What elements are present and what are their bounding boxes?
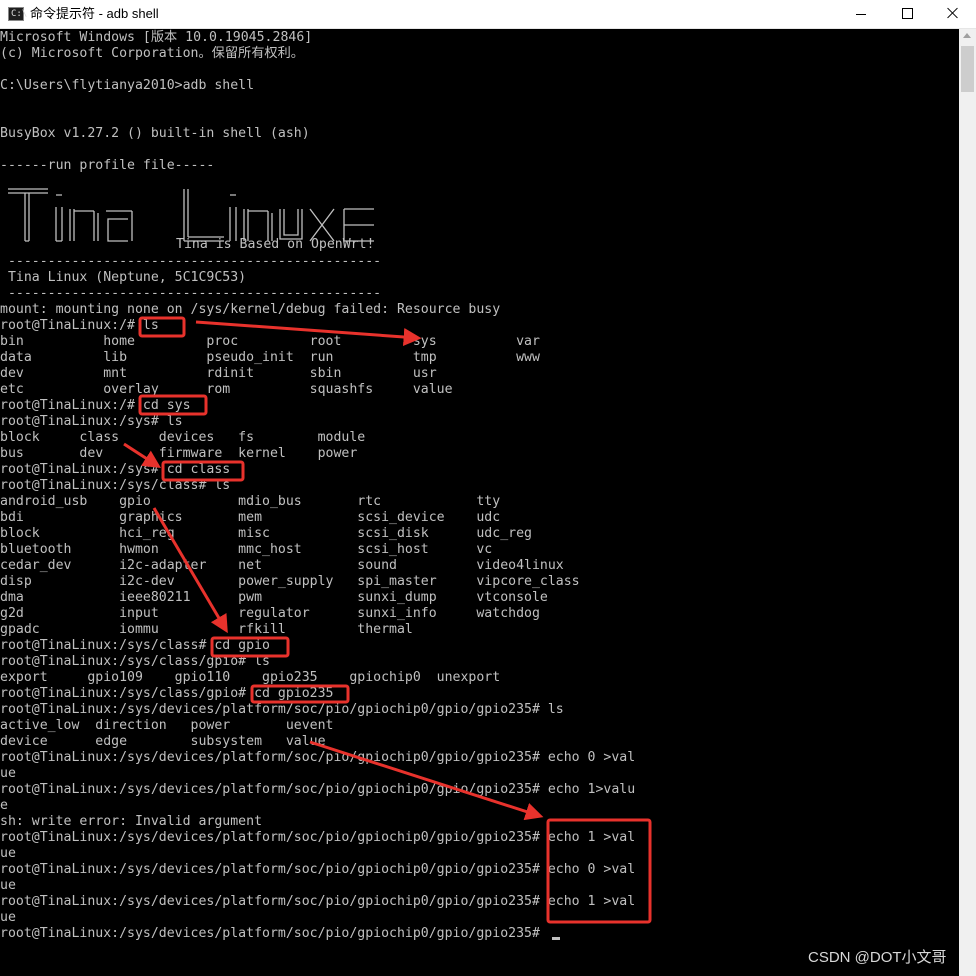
console-line: etc overlay rom squashfs value bbox=[0, 382, 453, 397]
console-line: root@TinaLinux:/sys/devices/platform/soc… bbox=[0, 782, 636, 797]
console-line: block hci_reg misc scsi_disk udc_reg bbox=[0, 526, 532, 541]
window-title: 命令提示符 - adb shell bbox=[30, 6, 159, 21]
console-line: root@TinaLinux:/sys# ls bbox=[0, 414, 183, 429]
minimize-button[interactable] bbox=[838, 0, 884, 28]
console-line: bin home proc root sys var bbox=[0, 334, 540, 349]
console-line: ue bbox=[0, 846, 16, 861]
console-line: BusyBox v1.27.2 () built-in shell (ash) bbox=[0, 126, 310, 141]
console-line: ue bbox=[0, 878, 16, 893]
console-line: data lib pseudo_init run tmp www bbox=[0, 350, 540, 365]
console-line: Tina Linux (Neptune, 5C1C9C53) bbox=[0, 270, 247, 285]
console-line: root@TinaLinux:/sys/devices/platform/soc… bbox=[0, 702, 564, 717]
maximize-icon bbox=[902, 8, 913, 19]
console-line: android_usb gpio mdio_bus rtc tty bbox=[0, 494, 501, 509]
console-line: dev mnt rdinit sbin usr bbox=[0, 366, 437, 381]
console-line: root@TinaLinux:/sys/devices/platform/soc… bbox=[0, 830, 636, 845]
console-line: root@TinaLinux:/sys/class# ls bbox=[0, 478, 231, 493]
scroll-up-arrow-icon[interactable] bbox=[963, 33, 971, 38]
console-line: root@TinaLinux:/# ls bbox=[0, 318, 159, 333]
console-line: root@TinaLinux:/sys/class# cd gpio bbox=[0, 638, 270, 653]
text-cursor bbox=[552, 937, 560, 940]
vertical-scrollbar[interactable] bbox=[959, 29, 976, 976]
maximize-button[interactable] bbox=[884, 0, 930, 28]
console-line: device edge subsystem value bbox=[0, 734, 326, 749]
console-line: gpadc iommu rfkill thermal bbox=[0, 622, 413, 637]
console-line: mount: mounting none on /sys/kernel/debu… bbox=[0, 302, 501, 317]
console-line: C:\Users\flytianya2010>adb shell bbox=[0, 78, 255, 93]
console-line: block class devices fs module bbox=[0, 430, 366, 445]
minimize-icon bbox=[856, 14, 866, 15]
title-bar: C:\ 命令提示符 - adb shell bbox=[0, 0, 976, 29]
console-line: bluetooth hwmon mmc_host scsi_host vc bbox=[0, 542, 493, 557]
console-line: g2d input regulator sunxi_info watchdog bbox=[0, 606, 540, 621]
console-line: dma ieee80211 pwm sunxi_dump vtconsole bbox=[0, 590, 548, 605]
console-line: ue bbox=[0, 766, 16, 781]
console-line: bus dev firmware kernel power bbox=[0, 446, 358, 461]
console-line: root@TinaLinux:/sys/devices/platform/soc… bbox=[0, 894, 636, 909]
console-line: (c) Microsoft Corporation。保留所有权利。 bbox=[0, 46, 304, 61]
csdn-watermark: CSDN @DOT小文哥 bbox=[808, 949, 947, 966]
console-line: e bbox=[0, 798, 8, 813]
console-line: active_low direction power uevent bbox=[0, 718, 334, 733]
console-line: ------run profile file----- bbox=[0, 158, 215, 173]
cmd-icon: C:\ bbox=[8, 7, 27, 21]
console-line: sh: write error: Invalid argument bbox=[0, 814, 263, 829]
close-button[interactable] bbox=[930, 0, 976, 28]
close-icon bbox=[947, 7, 959, 19]
console-line: root@TinaLinux:/# cd sys bbox=[0, 398, 191, 413]
console-line: ----------------------------------------… bbox=[0, 286, 382, 301]
banner-tagline: Tina is Based on OpenWrt! bbox=[176, 237, 375, 252]
console-line: ue bbox=[0, 910, 16, 925]
console-line: root@TinaLinux:/sys/devices/platform/soc… bbox=[0, 862, 636, 877]
console-line: root@TinaLinux:/sys/class/gpio# cd gpio2… bbox=[0, 686, 334, 701]
console-line: root@TinaLinux:/sys/devices/platform/soc… bbox=[0, 926, 548, 941]
console-line: root@TinaLinux:/sys/devices/platform/soc… bbox=[0, 750, 636, 765]
console-line: cedar_dev i2c-adapter net sound video4li… bbox=[0, 558, 564, 573]
console-line: root@TinaLinux:/sys# cd class bbox=[0, 462, 231, 477]
console-line: bdi graphics mem scsi_device udc bbox=[0, 510, 501, 525]
console-line: root@TinaLinux:/sys/class/gpio# ls bbox=[0, 654, 270, 669]
console-line: disp i2c-dev power_supply spi_master vip… bbox=[0, 574, 580, 589]
scrollbar-thumb[interactable] bbox=[961, 46, 974, 92]
console-line: Microsoft Windows [版本 10.0.19045.2846] bbox=[0, 30, 313, 45]
console-output[interactable]: Microsoft Windows [版本 10.0.19045.2846] (c… bbox=[0, 29, 959, 976]
console-line: export gpio109 gpio110 gpio235 gpiochip0… bbox=[0, 670, 501, 685]
